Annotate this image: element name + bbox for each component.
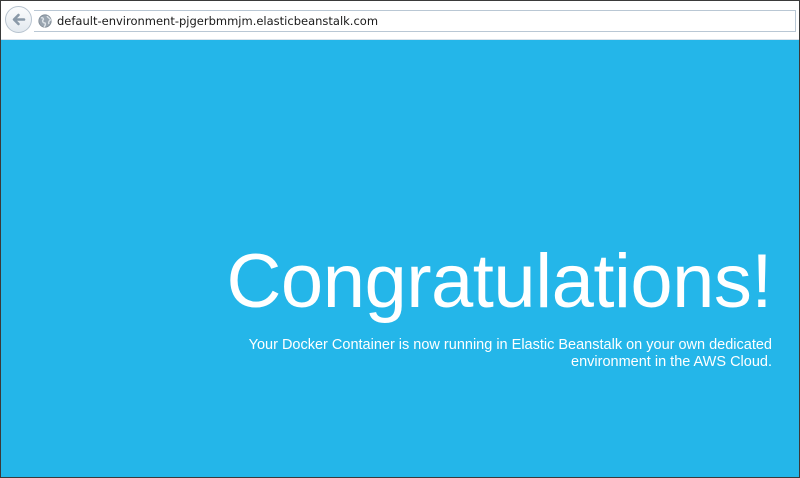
page-content: Congratulations! Your Docker Container i… <box>1 40 799 477</box>
status-message-line: environment in the AWS Cloud. <box>571 354 772 370</box>
back-button[interactable] <box>5 6 32 33</box>
page-title: Congratulations! <box>226 239 773 324</box>
browser-toolbar: default-environment-pjgerbmmjm.elasticbe… <box>1 1 799 40</box>
address-bar[interactable]: default-environment-pjgerbmmjm.elasticbe… <box>34 10 796 32</box>
globe-icon <box>38 14 52 28</box>
back-arrow-icon <box>12 13 26 26</box>
status-message-line: Your Docker Container is now running in … <box>248 337 772 353</box>
browser-window: default-environment-pjgerbmmjm.elasticbe… <box>0 0 800 478</box>
url-text[interactable]: default-environment-pjgerbmmjm.elasticbe… <box>57 13 378 29</box>
status-message: Your Docker Container is now running in … <box>212 337 772 371</box>
